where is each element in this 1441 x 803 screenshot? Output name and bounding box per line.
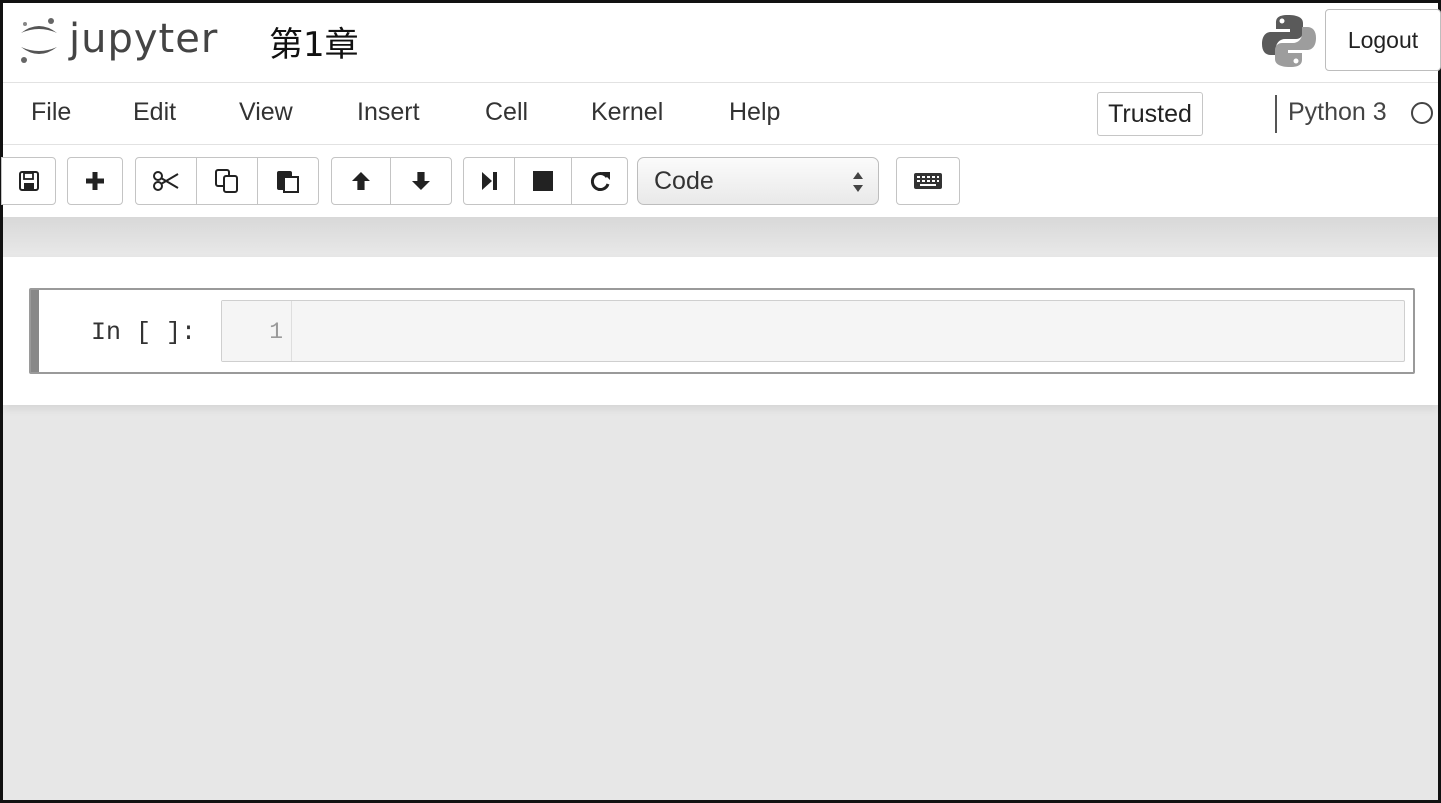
code-cell[interactable]: In [ ]: 1 [29, 288, 1415, 374]
kernel-idle-circle-icon [1411, 102, 1433, 124]
cell-type-value: Code [654, 166, 714, 195]
move-cell-up-button[interactable] [331, 157, 391, 205]
cell-selection-bar [31, 290, 39, 372]
kernel-name[interactable]: Python 3 [1288, 98, 1387, 127]
notebook-container: In [ ]: 1 [3, 257, 1438, 405]
jupyter-wordmark: jupyter [69, 16, 219, 62]
jupyter-logo[interactable]: jupyter [15, 11, 235, 67]
line-number-gutter: 1 [222, 301, 292, 361]
menu-insert[interactable]: Insert [357, 98, 420, 127]
header: jupyter 第1章 Logout [3, 3, 1441, 83]
run-button[interactable] [463, 157, 515, 205]
code-editor[interactable]: 1 [221, 300, 1405, 362]
scissors-icon [152, 170, 180, 192]
save-icon [18, 170, 40, 192]
menu-view[interactable]: View [239, 98, 293, 127]
python-logo-icon [1259, 11, 1319, 71]
menu-edit[interactable]: Edit [133, 98, 176, 127]
copy-icon [214, 168, 240, 194]
restart-icon [588, 169, 612, 193]
command-palette-button[interactable] [896, 157, 960, 205]
cell-type-select[interactable]: Code [637, 157, 879, 205]
menubar: File Edit View Insert Cell Kernel Help T… [3, 83, 1438, 145]
interrupt-kernel-button[interactable] [514, 157, 572, 205]
trusted-indicator[interactable]: Trusted [1097, 92, 1203, 136]
stop-icon [532, 170, 554, 192]
menu-cell[interactable]: Cell [485, 98, 528, 127]
select-arrows-icon [852, 170, 864, 201]
cut-button[interactable] [135, 157, 197, 205]
jupyter-logo-icon [15, 11, 63, 67]
restart-kernel-button[interactable] [571, 157, 628, 205]
kernel-separator [1275, 95, 1277, 133]
paste-button[interactable] [257, 157, 319, 205]
move-cell-down-button[interactable] [390, 157, 452, 205]
input-prompt: In [ ]: [91, 318, 197, 347]
save-button[interactable] [1, 157, 56, 205]
copy-button[interactable] [196, 157, 258, 205]
menu-file[interactable]: File [31, 98, 71, 127]
menu-kernel[interactable]: Kernel [591, 98, 663, 127]
line-number: 1 [269, 319, 283, 345]
step-forward-icon [479, 170, 499, 192]
menu-help[interactable]: Help [729, 98, 780, 127]
insert-cell-button[interactable] [67, 157, 123, 205]
logout-button[interactable]: Logout [1325, 9, 1441, 71]
keyboard-icon [913, 172, 943, 190]
notebook-title[interactable]: 第1章 [269, 17, 359, 66]
arrow-up-icon [349, 169, 373, 193]
toolbar: Code [1, 145, 1438, 217]
arrow-down-icon [409, 169, 433, 193]
paste-icon [275, 168, 301, 194]
plus-icon [84, 170, 106, 192]
header-shadow [3, 217, 1438, 257]
